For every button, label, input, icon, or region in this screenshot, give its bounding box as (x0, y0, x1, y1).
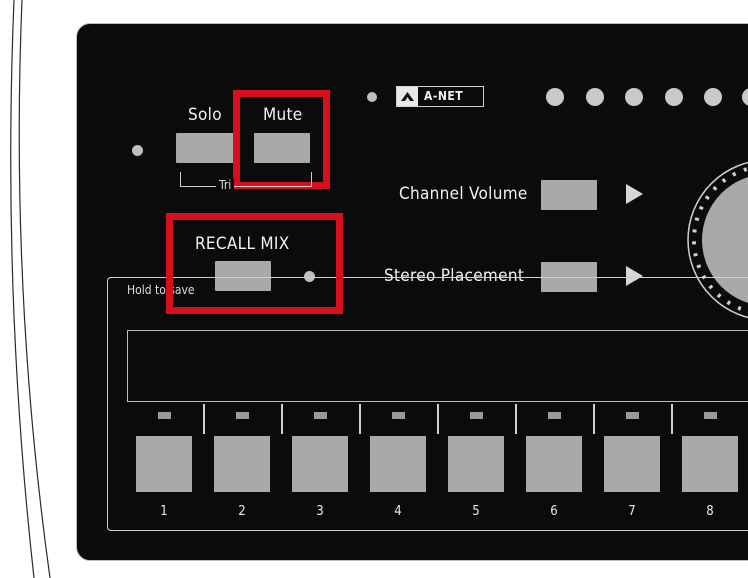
pad-button[interactable] (448, 436, 504, 492)
display-strip (127, 330, 748, 402)
anet-logo-text: A-NET (424, 89, 464, 103)
pad-column: 5 (448, 405, 504, 525)
pad-button[interactable] (136, 436, 192, 492)
pad-number: 1 (160, 504, 168, 519)
pad-separator (515, 404, 517, 434)
pad-column: 3 (292, 405, 348, 525)
pad-button[interactable] (370, 436, 426, 492)
pad-led (158, 412, 171, 419)
pad-column: 7 (604, 405, 660, 525)
tri-label: Tri (216, 178, 235, 192)
anet-logo: A-NET (396, 86, 484, 107)
pad-number: 7 (628, 504, 636, 519)
pad-column: 4 (370, 405, 426, 525)
pad-column: 1 (136, 405, 192, 525)
pad-separator (281, 404, 283, 434)
pad-number: 5 (472, 504, 480, 519)
channel-volume-button[interactable] (541, 180, 597, 210)
pad-button[interactable] (526, 436, 582, 492)
pad-separator (203, 404, 205, 434)
pad-number: 3 (316, 504, 324, 519)
channel-volume-arrow-icon (626, 184, 643, 204)
solo-mute-led (132, 145, 143, 156)
tri-bracket (180, 172, 312, 187)
pad-led (704, 412, 717, 419)
pad-separator (437, 404, 439, 434)
level-indicator-dot (546, 88, 564, 106)
pad-column: 2 (214, 405, 270, 525)
solo-button[interactable] (176, 133, 234, 163)
pad-button[interactable] (604, 436, 660, 492)
pad-led (314, 412, 327, 419)
pad-column: 8 (682, 405, 738, 525)
pad-number: 2 (238, 504, 246, 519)
recall-mix-highlight (166, 213, 343, 314)
anet-led (367, 92, 377, 102)
level-indicator-dot (586, 88, 604, 106)
anet-logo-mark-icon (397, 87, 418, 106)
pad-led (236, 412, 249, 419)
channel-volume-label: Channel Volume (399, 184, 528, 204)
pad-button[interactable] (292, 436, 348, 492)
pad-led (470, 412, 483, 419)
pad-led (392, 412, 405, 419)
pad-separator (593, 404, 595, 434)
pad-button[interactable] (214, 436, 270, 492)
pad-number: 6 (550, 504, 558, 519)
pad-column: 6 (526, 405, 582, 525)
pad-number: 8 (706, 504, 714, 519)
pad-separator (671, 404, 673, 434)
pad-led (548, 412, 561, 419)
pad-led (626, 412, 639, 419)
pad-number: 4 (394, 504, 402, 519)
level-indicator-dot (704, 88, 722, 106)
level-indicator-dot (625, 88, 643, 106)
pad-button[interactable] (682, 436, 738, 492)
level-indicator-dot (665, 88, 683, 106)
pad-separator (359, 404, 361, 434)
solo-label: Solo (188, 105, 222, 125)
device-edge-lines (10, 0, 51, 578)
